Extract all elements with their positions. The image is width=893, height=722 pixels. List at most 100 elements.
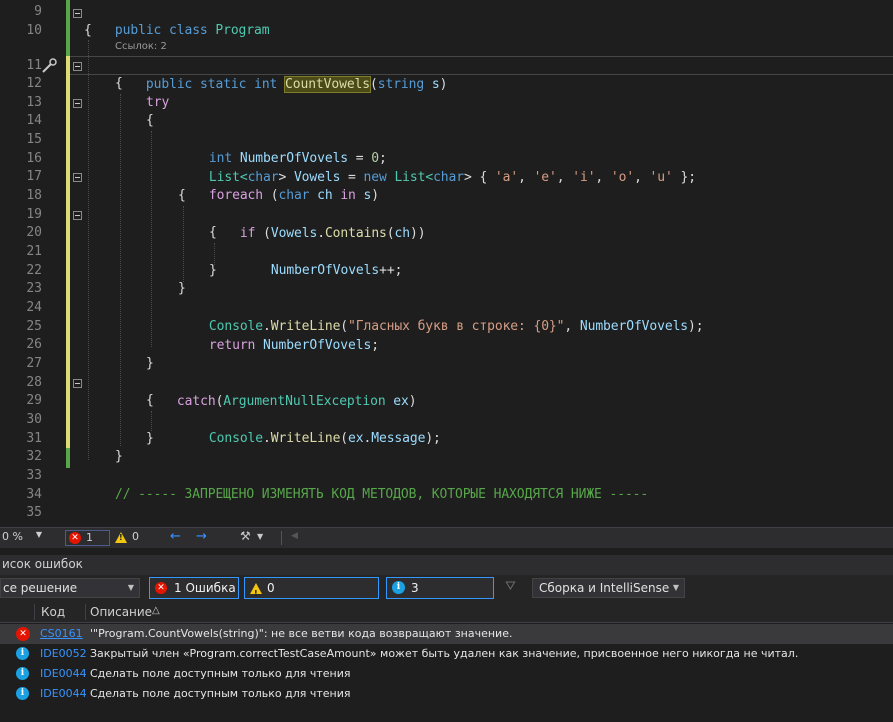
error-icon: ✕ bbox=[155, 582, 167, 594]
line-number: 29 bbox=[26, 393, 42, 408]
line-number: 31 bbox=[26, 431, 42, 446]
code-token: NumberOfVovels bbox=[270, 262, 380, 278]
line-number: 17 bbox=[26, 169, 42, 184]
scroll-left-icon[interactable]: ◀ bbox=[291, 531, 298, 541]
filter-icon[interactable]: ⛛ bbox=[505, 579, 516, 594]
error-count-button[interactable]: ✕ 1 bbox=[65, 530, 110, 546]
column-header-code[interactable]: Код bbox=[41, 605, 65, 619]
saved-change-bar bbox=[66, 448, 70, 468]
fold-toggle-icon[interactable] bbox=[73, 9, 82, 18]
error-code-link[interactable]: IDE0044 bbox=[40, 684, 87, 704]
scope-dropdown[interactable]: се решение ▼ bbox=[0, 578, 140, 598]
error-count: 1 bbox=[86, 531, 93, 544]
line-number: 23 bbox=[26, 281, 42, 296]
line-number: 28 bbox=[26, 375, 42, 390]
warning-count-button[interactable]: 0 bbox=[114, 530, 144, 546]
scope-value: се решение bbox=[3, 581, 78, 595]
code-token: NumberOfVovels bbox=[579, 318, 689, 334]
indent-guide bbox=[120, 94, 121, 446]
quick-actions-icon[interactable] bbox=[40, 57, 58, 75]
error-list-row[interactable]: ✕ CS0161 '"Program.CountVowels(string)":… bbox=[0, 624, 893, 644]
code-editor[interactable]: Ссылок: 2 9 10 11 12 13 14 15 16 17 18 19 20 21 22 23 2… bbox=[0, 0, 893, 527]
error-list-row[interactable]: i IDE0052 Закрытый член «Program.correct… bbox=[0, 644, 893, 664]
unsaved-change-bar bbox=[66, 56, 70, 448]
fold-toggle-icon[interactable] bbox=[73, 62, 82, 71]
line-number: 34 bbox=[26, 487, 42, 502]
chevron-down-icon: ▼ bbox=[127, 583, 134, 592]
code-line-9: public class Program bbox=[84, 3, 270, 59]
line-number: 16 bbox=[26, 151, 42, 166]
code-cleanup-icon[interactable]: ⚒ bbox=[240, 529, 251, 543]
errors-filter-button[interactable]: ✕ 1 Ошибка bbox=[149, 577, 239, 599]
sort-ascending-icon: △ bbox=[152, 605, 160, 616]
code-token: NumberOfVovels bbox=[263, 337, 372, 353]
line-number: 14 bbox=[26, 113, 42, 128]
code-token: (string s) bbox=[370, 76, 448, 92]
fold-toggle-icon[interactable] bbox=[73, 379, 82, 388]
chevron-down-icon[interactable]: ▼ bbox=[257, 532, 263, 541]
indent-guide bbox=[88, 40, 89, 460]
zoom-dropdown[interactable]: 0 % ▼ bbox=[0, 530, 44, 546]
code-token: ex bbox=[393, 393, 409, 409]
line-number: 9 bbox=[34, 4, 42, 19]
code-line-23: } bbox=[178, 281, 186, 296]
saved-change-bar bbox=[66, 0, 70, 56]
error-icon: ✕ bbox=[69, 532, 81, 544]
separator bbox=[281, 531, 282, 545]
method-name-highlight[interactable]: CountVowels bbox=[284, 75, 372, 93]
error-list-row[interactable]: i IDE0044 Сделать поле доступным только … bbox=[0, 664, 893, 684]
messages-filter-button[interactable]: i 3 Сообщения bbox=[386, 577, 494, 615]
code-token: public static int bbox=[145, 76, 286, 92]
code-token: 'o' bbox=[610, 169, 635, 185]
code-token: return bbox=[208, 337, 264, 353]
error-list-row[interactable]: i IDE0044 Сделать поле доступным только … bbox=[0, 684, 893, 704]
column-header-description[interactable]: Описание bbox=[90, 605, 152, 619]
error-code-link[interactable]: CS0161 bbox=[40, 624, 83, 644]
line-number: 15 bbox=[26, 132, 42, 147]
code-token: )) bbox=[409, 225, 426, 241]
code-token: if bbox=[239, 225, 264, 241]
error-code-link[interactable]: IDE0044 bbox=[40, 664, 87, 684]
code-line-20: { bbox=[209, 225, 217, 240]
line-number: 11 bbox=[26, 58, 42, 73]
line-number: 22 bbox=[26, 263, 42, 278]
warnings-filter-button[interactable]: 0 Предупреждения bbox=[244, 577, 379, 615]
code-token: char bbox=[433, 169, 464, 185]
code-token: in bbox=[340, 187, 364, 203]
line-number: 32 bbox=[26, 449, 42, 464]
fold-toggle-icon[interactable] bbox=[73, 99, 82, 108]
line-number: 24 bbox=[26, 300, 42, 315]
code-line-32: } bbox=[115, 449, 123, 464]
error-description: Сделать поле доступным только для чтения bbox=[90, 687, 351, 700]
error-description: '"Program.CountVowels(string)": не все в… bbox=[90, 627, 513, 640]
build-intellisense-dropdown[interactable]: Сборка и IntelliSense ▼ bbox=[532, 578, 685, 598]
error-code-link[interactable]: IDE0052 bbox=[40, 644, 87, 664]
code-token: 'u' bbox=[649, 169, 673, 185]
code-line-27: } bbox=[146, 356, 154, 371]
next-issue-icon[interactable]: → bbox=[196, 529, 207, 544]
previous-issue-icon[interactable]: ← bbox=[170, 529, 181, 544]
chevron-down-icon: ▼ bbox=[35, 530, 42, 539]
warning-icon bbox=[115, 532, 127, 543]
error-list-header: Код Описание △ bbox=[0, 601, 893, 623]
code-line-14: { bbox=[146, 113, 154, 128]
code-line-25: return NumberOfVovels; bbox=[178, 318, 379, 374]
line-number: 19 bbox=[26, 207, 42, 222]
code-token: char bbox=[278, 187, 318, 203]
chevron-down-icon: ▼ bbox=[672, 583, 679, 592]
code-line-29: { bbox=[146, 393, 154, 408]
code-token: , bbox=[518, 169, 534, 185]
indent-guide bbox=[151, 131, 152, 347]
code-token: ( bbox=[263, 225, 271, 241]
fold-toggle-icon[interactable] bbox=[73, 173, 82, 182]
editor-status-bar: 0 % ▼ ✕ 1 0 ← → ⚒ ▼ ◀ bbox=[0, 527, 893, 548]
line-number: 10 bbox=[26, 23, 42, 38]
code-token: ArgumentNullException bbox=[223, 393, 394, 409]
fold-toggle-icon[interactable] bbox=[73, 211, 82, 220]
code-line-13: try bbox=[146, 95, 170, 110]
build-filter-value: Сборка и IntelliSense bbox=[539, 581, 670, 595]
code-token: ; bbox=[371, 337, 379, 353]
code-token: Vowels bbox=[270, 225, 318, 241]
code-token: ++; bbox=[379, 262, 403, 278]
code-token: 'e' bbox=[533, 169, 557, 185]
